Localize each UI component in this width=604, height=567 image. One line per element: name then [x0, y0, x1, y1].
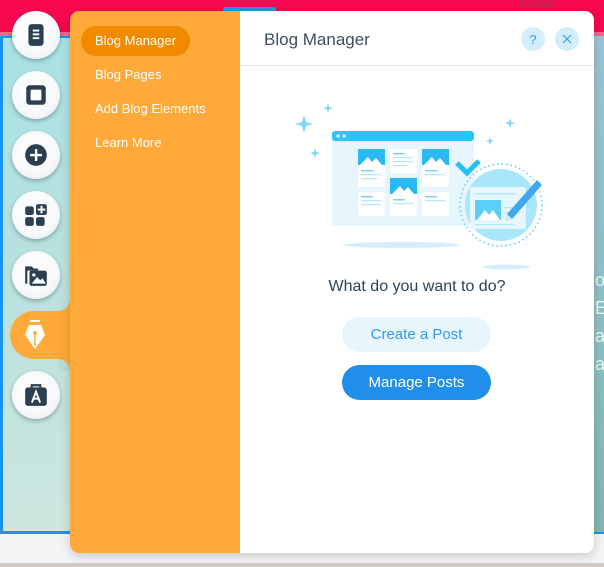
help-button[interactable]: ? — [521, 27, 545, 51]
blog-pen-icon — [25, 320, 45, 349]
rail-background-button[interactable] — [12, 71, 60, 119]
nav-item-blog-pages[interactable]: Blog Pages — [81, 60, 176, 90]
close-icon — [562, 34, 572, 44]
media-icon — [25, 266, 47, 286]
rail-my-business-button[interactable] — [12, 371, 60, 419]
nav-item-learn-more[interactable]: Learn More — [81, 128, 175, 158]
rail-add-apps-button[interactable] — [12, 191, 60, 239]
app-market-icon — [25, 204, 47, 226]
site-text-fragment: a — [595, 326, 604, 346]
prompt-question: What do you want to do? — [328, 278, 506, 295]
rail-add-button[interactable] — [12, 131, 60, 179]
site-text-fragment: o — [595, 270, 604, 290]
site-text-fragment: a — [595, 354, 604, 374]
pages-icon — [28, 24, 44, 46]
site-nav-home: HOME — [521, 0, 556, 11]
panel-content: Blog Manager ? What do you want to do? C… — [240, 11, 594, 553]
nav-item-add-blog-elements[interactable]: Add Blog Elements — [81, 94, 220, 124]
rail-active-notch — [58, 359, 70, 371]
site-content-strip: o E a a — [594, 36, 604, 532]
rail-active-notch — [58, 299, 70, 311]
site-text-fragment: E — [595, 298, 604, 318]
rail-pages-button[interactable] — [12, 11, 60, 59]
nav-item-blog-manager[interactable]: Blog Manager — [81, 26, 190, 56]
help-icon: ? — [529, 31, 537, 47]
horizontal-scrollbar[interactable] — [0, 563, 604, 567]
panel-title: Blog Manager — [264, 30, 370, 49]
manage-posts-button[interactable]: Manage Posts — [342, 365, 491, 400]
background-icon — [26, 85, 46, 105]
close-button[interactable] — [555, 27, 579, 51]
create-post-button[interactable]: Create a Post — [342, 317, 491, 352]
blog-illustration — [295, 103, 543, 270]
rail-media-button[interactable] — [12, 251, 60, 299]
add-icon — [25, 144, 47, 166]
blog-manager-panel: Blog Manager Blog Pages Add Blog Element… — [70, 11, 594, 553]
panel-side-nav: Blog Manager Blog Pages Add Blog Element… — [70, 11, 240, 553]
panel-header: Blog Manager ? — [240, 11, 594, 66]
portfolio-icon — [25, 384, 47, 406]
